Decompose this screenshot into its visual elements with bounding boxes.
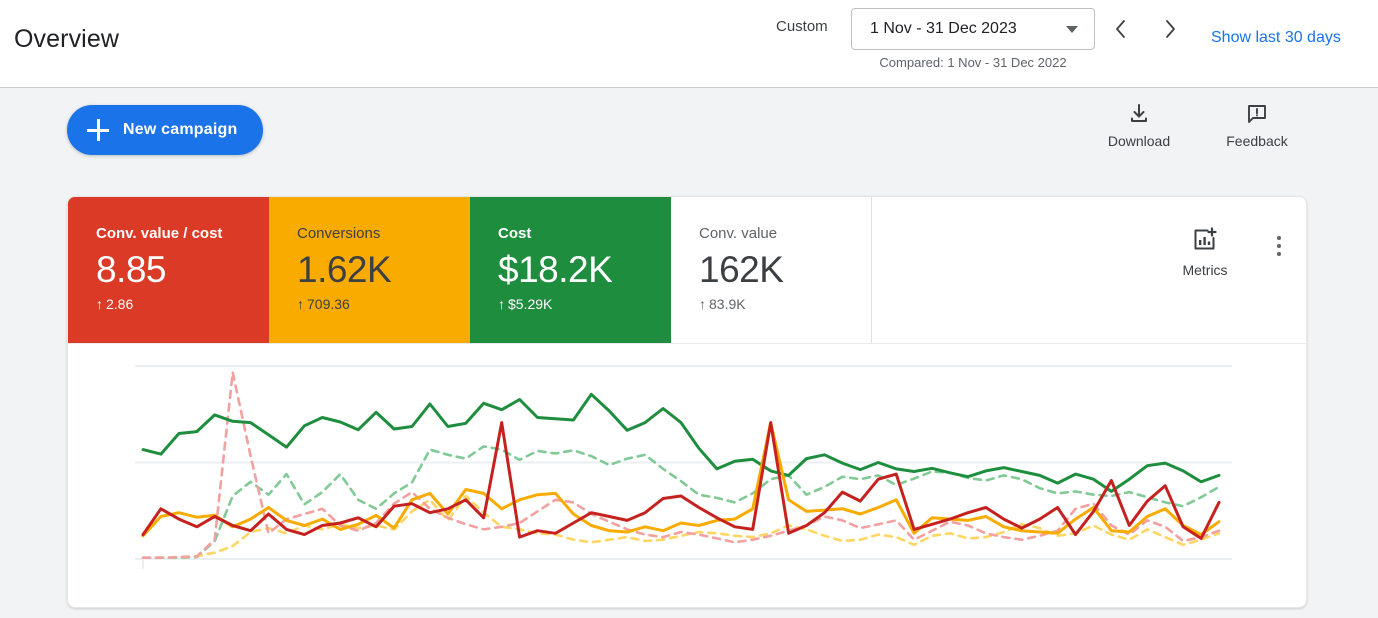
performance-chart-card: Conv. value / cost 8.85 ↑ 2.86 Conversion… — [67, 196, 1307, 608]
metric-card-conversions[interactable]: Conversions 1.62K ↑ 709.36 — [269, 197, 470, 343]
new-campaign-button[interactable]: New campaign — [67, 105, 264, 155]
chart-series-line — [141, 392, 1221, 493]
chevron-left-icon — [1116, 20, 1125, 38]
metric-card-cost[interactable]: Cost $18.2K ↑ $5.29K — [470, 197, 671, 343]
metric-value: 8.85 — [96, 249, 167, 290]
metric-delta-value: 2.86 — [106, 296, 134, 312]
kebab-dot — [1277, 252, 1281, 256]
more-options-button[interactable] — [1266, 229, 1292, 263]
arrow-up-icon: ↑ — [297, 296, 304, 312]
metric-value: 162K — [699, 249, 784, 290]
metric-value: $18.2K — [498, 249, 613, 290]
metric-name: Cost — [498, 225, 532, 242]
metric-delta: ↑ $5.29K — [498, 296, 671, 312]
page-title: Overview — [14, 25, 119, 53]
metric-delta: ↑ 83.9K — [699, 296, 871, 312]
date-range-controls: Custom 1 Nov - 31 Dec 2023 Show last 30 … — [758, 0, 1378, 88]
arrow-up-icon: ↑ — [96, 296, 103, 312]
download-icon — [1131, 104, 1147, 122]
download-label: Download — [1107, 133, 1171, 149]
page-header: Overview Custom 1 Nov - 31 Dec 2023 Show… — [0, 0, 1378, 88]
page-toolbar: New campaign Download Feedback — [0, 88, 1378, 192]
metrics-label: Metrics — [1182, 262, 1228, 278]
add-metrics-icon — [1194, 227, 1217, 250]
metric-delta: ↑ 2.86 — [96, 296, 269, 312]
show-last-30-days-link[interactable]: Show last 30 days — [1211, 29, 1341, 47]
date-range-value: 1 Nov - 31 Dec 2023 — [870, 20, 1017, 37]
metric-card-conv-value-per-cost[interactable]: Conv. value / cost 8.85 ↑ 2.86 — [68, 197, 269, 343]
download-button[interactable]: Download — [1093, 102, 1185, 149]
metric-name: Conversions — [297, 225, 381, 242]
compared-period-label: Compared: 1 Nov - 31 Dec 2022 — [879, 55, 1067, 70]
metric-delta-value: 709.36 — [307, 296, 350, 312]
chart-series-line — [141, 371, 1221, 559]
chart-plot-area — [68, 344, 1306, 607]
chevron-down-icon — [1066, 25, 1078, 33]
arrow-up-icon: ↑ — [699, 296, 706, 312]
feedback-button[interactable]: Feedback — [1211, 102, 1303, 149]
metric-delta-value: $5.29K — [508, 296, 553, 312]
chart-series-line — [141, 421, 1221, 538]
new-campaign-label: New campaign — [123, 121, 238, 138]
metric-card-conv-value[interactable]: Conv. value 162K ↑ 83.9K — [671, 197, 872, 343]
plus-icon — [87, 119, 109, 141]
metric-strip-actions: Metrics — [1168, 227, 1292, 278]
metric-value: 1.62K — [297, 249, 392, 290]
add-metrics-button[interactable]: Metrics — [1168, 227, 1242, 278]
date-range-select[interactable]: 1 Nov - 31 Dec 2023 — [851, 8, 1095, 50]
metric-name: Conv. value / cost — [96, 225, 223, 242]
date-preset-label: Custom — [776, 18, 828, 35]
metric-name: Conv. value — [699, 225, 778, 242]
arrow-up-icon: ↑ — [498, 296, 505, 312]
feedback-label: Feedback — [1226, 133, 1288, 149]
next-period-button[interactable] — [1154, 12, 1188, 46]
metric-delta: ↑ 709.36 — [297, 296, 470, 312]
metric-delta-value: 83.9K — [709, 296, 746, 312]
performance-line-chart[interactable] — [68, 344, 1307, 607]
chevron-right-icon — [1166, 20, 1175, 38]
kebab-dot — [1277, 236, 1281, 240]
kebab-dot — [1277, 244, 1281, 248]
feedback-icon — [1248, 105, 1266, 123]
metric-cards-strip: Conv. value / cost 8.85 ↑ 2.86 Conversion… — [68, 197, 1306, 344]
previous-period-button[interactable] — [1103, 12, 1137, 46]
